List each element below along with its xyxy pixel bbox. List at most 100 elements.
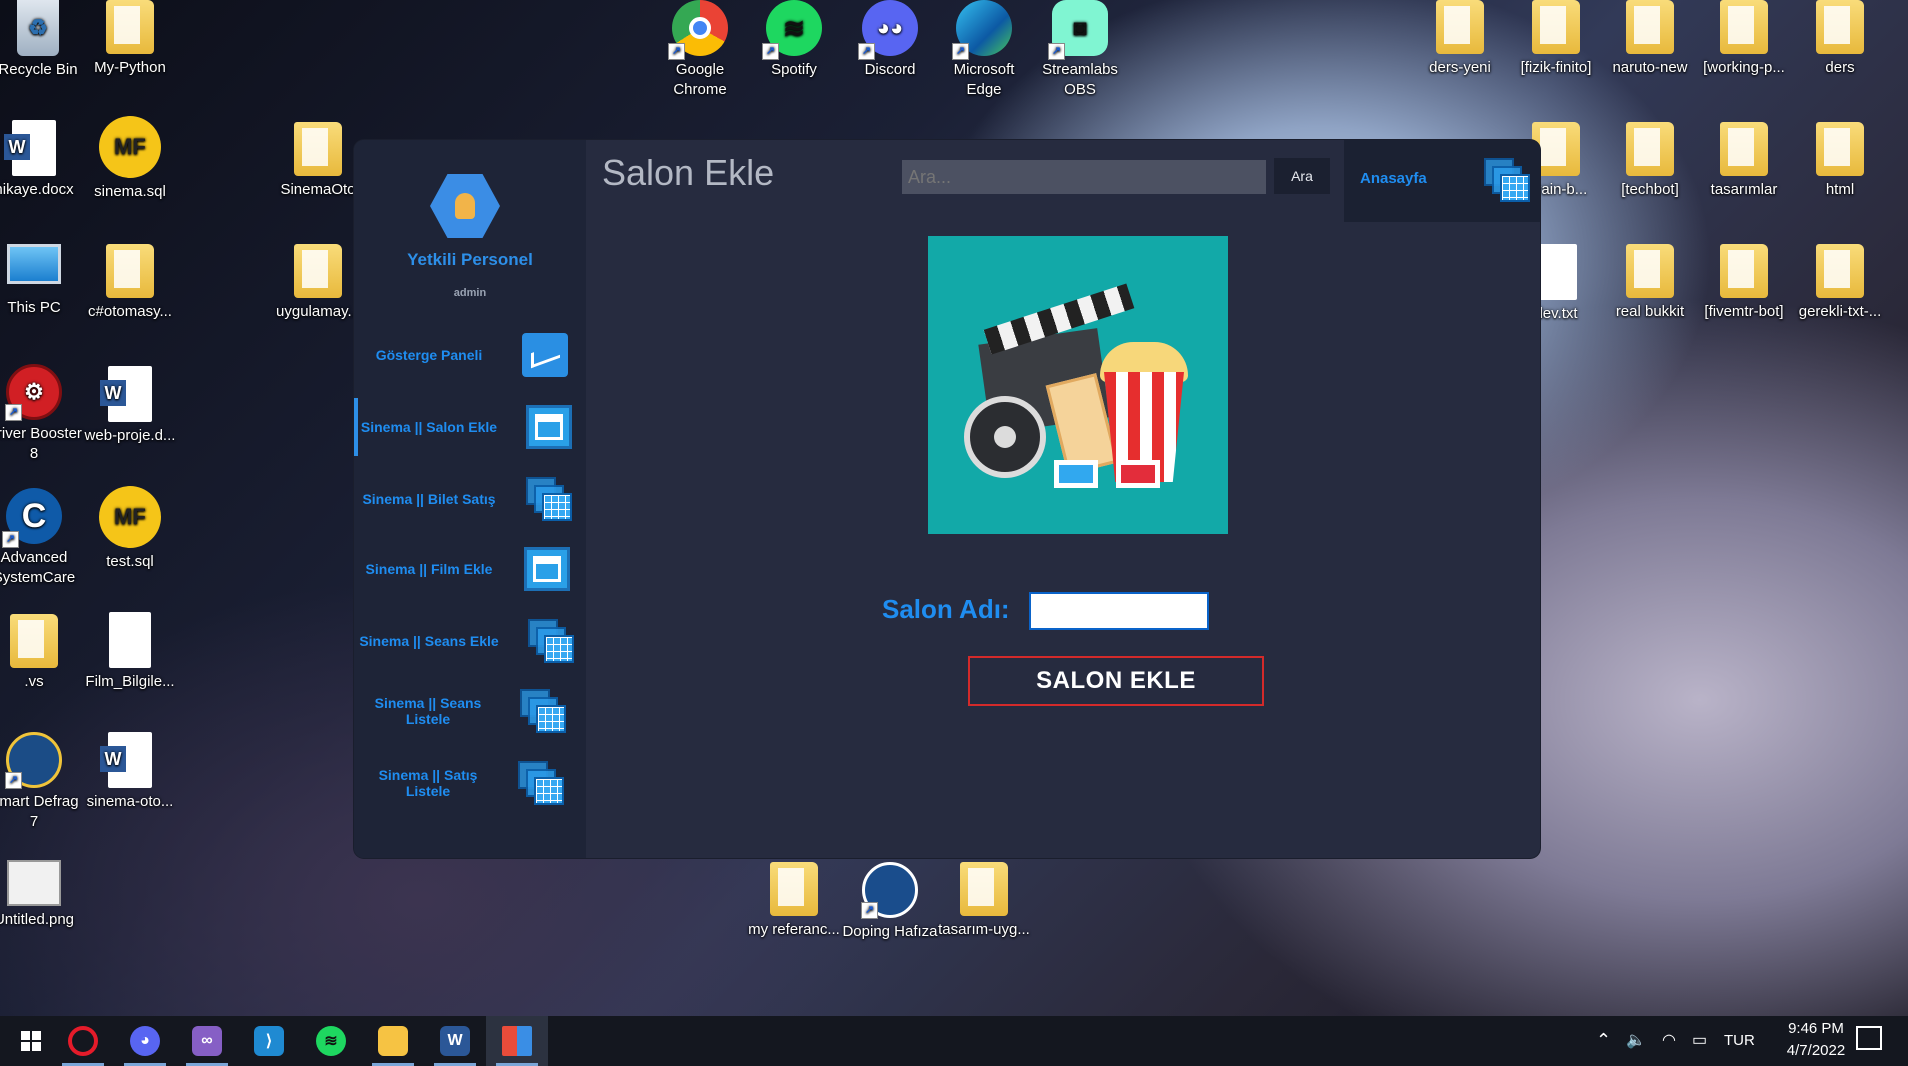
folder-icon bbox=[960, 862, 1008, 916]
desktop-folder-fizik-finito[interactable]: [fizik-finito] bbox=[1508, 0, 1604, 78]
recycle-bin-icon[interactable]: ♻ Recycle Bin bbox=[0, 0, 86, 80]
text-file-icon bbox=[1535, 244, 1577, 300]
opera-icon bbox=[68, 1026, 98, 1056]
user-avatar-icon bbox=[430, 174, 500, 238]
taskbar-visual-studio[interactable]: ∞ bbox=[176, 1016, 238, 1066]
desktop-folder-ders-yeni[interactable]: ders-yeni bbox=[1412, 0, 1508, 78]
taskbar-file-explorer[interactable] bbox=[362, 1016, 424, 1066]
home-link[interactable]: Anasayfa bbox=[1360, 170, 1427, 187]
taskbar-discord[interactable]: ◕ bbox=[114, 1016, 176, 1066]
folder-icon bbox=[378, 1026, 408, 1056]
taskbar-word[interactable]: W bbox=[424, 1016, 486, 1066]
desktop-folder-tasarimlar[interactable]: tasarımlar bbox=[1696, 122, 1792, 200]
notification-center-icon[interactable] bbox=[1856, 1026, 1882, 1050]
nav-item-label: Sinema || Bilet Satış bbox=[362, 491, 496, 507]
desktop-folder-my-referanc[interactable]: my referanc... bbox=[746, 862, 842, 940]
desktop-file-sinema-sql[interactable]: MF sinema.sql bbox=[82, 116, 178, 202]
wifi-icon[interactable]: ◠ bbox=[1662, 1030, 1676, 1050]
salon-ekle-button[interactable]: SALON EKLE bbox=[968, 656, 1264, 706]
window-icon bbox=[524, 547, 570, 591]
folder-icon bbox=[106, 0, 154, 54]
desktop-discord[interactable]: ◕◕ Discord bbox=[842, 0, 938, 80]
desktop-file-film-bilgileri[interactable]: Film_Bilgile... bbox=[82, 612, 178, 692]
desktop-file-web-proje[interactable]: W web-proje.d... bbox=[82, 366, 178, 446]
desktop-folder-naruto-new[interactable]: naruto-new bbox=[1602, 0, 1698, 78]
folder-icon bbox=[1720, 0, 1768, 54]
systemcare-icon: C bbox=[2, 488, 62, 548]
word-doc-icon: W bbox=[100, 732, 152, 788]
3d-glasses-icon bbox=[1050, 452, 1170, 492]
taskbar-sinema-app[interactable] bbox=[486, 1016, 548, 1066]
desktop-folder-working-p[interactable]: [working-p... bbox=[1696, 0, 1792, 78]
desktop-microsoft-edge[interactable]: Microsoft Edge bbox=[936, 0, 1032, 100]
nav-item-salon-ekle[interactable]: Sinema || Salon Ekle bbox=[354, 398, 586, 456]
text-file-icon bbox=[109, 612, 151, 668]
chart-icon bbox=[522, 333, 568, 377]
desktop-folder-html[interactable]: html bbox=[1792, 122, 1888, 200]
desktop-file-hikaye[interactable]: W hikaye.docx bbox=[0, 120, 82, 200]
desktop-file-test-sql[interactable]: MF test.sql bbox=[82, 486, 178, 572]
nav-item-label: Sinema || Seans Listele bbox=[374, 695, 482, 727]
desktop-file-sinema-oto[interactable]: W sinema-oto... bbox=[82, 732, 178, 812]
taskbar-vscode[interactable]: ⟩ bbox=[238, 1016, 300, 1066]
nav-item-label: Sinema || Seans Ekle bbox=[359, 633, 499, 649]
desktop-streamlabs[interactable]: ◙ Streamlabs OBS bbox=[1032, 0, 1128, 100]
search-button[interactable]: Ara bbox=[1274, 158, 1330, 194]
cinema-illustration bbox=[928, 236, 1228, 534]
app-window-icon bbox=[502, 1026, 532, 1056]
nav-item-seans-listele[interactable]: Sinema || Seans Listele bbox=[354, 682, 586, 740]
profile-role: admin bbox=[453, 287, 487, 299]
search-input[interactable] bbox=[902, 160, 1266, 194]
salon-name-input[interactable] bbox=[1029, 592, 1209, 630]
desktop-folder-vs[interactable]: .vs bbox=[0, 614, 82, 692]
nav-item-satis-listele[interactable]: Sinema || Satış Listele bbox=[354, 754, 586, 812]
taskbar-opera[interactable] bbox=[52, 1016, 114, 1066]
desktop-folder-gerekli-txt[interactable]: gerekli-txt-... bbox=[1792, 244, 1888, 322]
desktop-smart-defrag[interactable]: Smart Defrag 7 bbox=[0, 732, 82, 832]
home-panel[interactable]: Anasayfa bbox=[1344, 140, 1540, 222]
desktop-folder-my-python[interactable]: My-Python bbox=[82, 0, 178, 78]
nav-item-gosterge-paneli[interactable]: Gösterge Paneli bbox=[354, 326, 586, 384]
desktop-driver-booster[interactable]: ⚙ Driver Booster 8 bbox=[0, 364, 82, 464]
nav-item-bilet-satis[interactable]: Sinema || Bilet Satış bbox=[354, 470, 586, 528]
nav-item-label: Sinema || Salon Ekle bbox=[360, 419, 498, 435]
desktop-folder-techbot[interactable]: [techbot] bbox=[1602, 122, 1698, 200]
show-hidden-icons[interactable]: ⌃ bbox=[1596, 1030, 1611, 1051]
desktop-folder-uygulama[interactable]: uygulamay... bbox=[270, 244, 366, 322]
desktop-google-chrome[interactable]: Google Chrome bbox=[652, 0, 748, 100]
desktop-folder-fivemtr-bot[interactable]: [fivemtr-bot] bbox=[1696, 244, 1792, 322]
desktop-folder-sinemaoto[interactable]: SinemaOto bbox=[270, 122, 366, 200]
battery-icon[interactable]: ▭ bbox=[1692, 1030, 1707, 1050]
desktop-doping-hafiza[interactable]: Doping Hafıza bbox=[842, 862, 938, 942]
computer-icon bbox=[7, 244, 61, 284]
recycle-icon: ♻ bbox=[17, 0, 59, 56]
nav-item-seans-ekle[interactable]: Sinema || Seans Ekle bbox=[354, 612, 586, 670]
nav-item-film-ekle[interactable]: Sinema || Film Ekle bbox=[354, 540, 586, 598]
profile-name: Yetkili Personel bbox=[407, 250, 533, 269]
desktop-spotify[interactable]: ≋ Spotify bbox=[746, 0, 842, 80]
folder-icon bbox=[10, 614, 58, 668]
doping-hafiza-icon bbox=[861, 862, 918, 919]
folder-icon bbox=[294, 244, 342, 298]
desktop-folder-ders[interactable]: ders bbox=[1792, 0, 1888, 78]
desktop-this-pc[interactable]: This PC bbox=[0, 244, 82, 318]
clock-time[interactable]: 9:46 PM bbox=[1776, 1020, 1856, 1037]
desktop-folder-tasarim-uyg[interactable]: tasarım-uyg... bbox=[936, 862, 1032, 940]
desktop-advanced-systemcare[interactable]: C Advanced SystemCare bbox=[0, 488, 82, 588]
language-indicator[interactable]: TUR bbox=[1724, 1032, 1755, 1049]
nav-item-label: Sinema || Satış Listele bbox=[378, 767, 478, 799]
volume-icon[interactable]: 🔈 bbox=[1626, 1030, 1646, 1050]
taskbar-spotify[interactable]: ≋ bbox=[300, 1016, 362, 1066]
nav-item-label: Gösterge Paneli bbox=[375, 347, 483, 363]
folder-icon bbox=[106, 244, 154, 298]
app-window: Yetkili Personel admin Gösterge Paneli S… bbox=[354, 140, 1540, 858]
desktop-folder-otomasyon[interactable]: c#otomasy... bbox=[82, 244, 178, 322]
folder-icon bbox=[1626, 122, 1674, 176]
nav-item-label: Sinema || Film Ekle bbox=[365, 561, 493, 577]
desktop-folder-real-bukkit[interactable]: real bukkit bbox=[1602, 244, 1698, 322]
desktop-file-untitled-png[interactable]: Untitled.png bbox=[0, 860, 82, 930]
discord-icon: ◕◕ bbox=[858, 0, 918, 60]
grid-icon bbox=[528, 619, 574, 663]
clock-date[interactable]: 4/7/2022 bbox=[1776, 1042, 1856, 1059]
word-doc-icon: W bbox=[100, 366, 152, 422]
